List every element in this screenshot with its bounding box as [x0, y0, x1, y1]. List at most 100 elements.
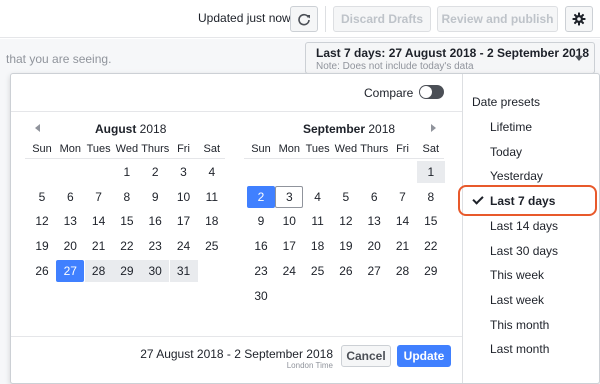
calendar-day[interactable]: 3: [275, 185, 304, 208]
calendar-day[interactable]: 27: [56, 259, 85, 282]
next-month-icon[interactable]: [431, 124, 436, 132]
calendar-day[interactable]: 2: [141, 161, 169, 183]
calendar-day[interactable]: 5: [332, 186, 360, 208]
review-and-publish-button[interactable]: Review and publish: [437, 6, 558, 32]
calendar-day[interactable]: 31: [169, 259, 198, 282]
weekday-label: Wed: [334, 143, 358, 155]
calendar-day[interactable]: 27: [360, 260, 388, 282]
refresh-button[interactable]: [290, 6, 318, 32]
calendar-day[interactable]: 11: [304, 210, 332, 232]
calendar-day[interactable]: 21: [85, 235, 113, 257]
preset-item[interactable]: Lifetime: [490, 120, 532, 134]
preset-item[interactable]: Today: [490, 145, 522, 159]
compare-label: Compare: [364, 86, 414, 100]
calendar-day[interactable]: 25: [198, 235, 226, 257]
calendar-day[interactable]: 29: [417, 260, 445, 282]
calendar-day[interactable]: 17: [170, 210, 198, 232]
calendar-day[interactable]: 4: [304, 186, 332, 208]
calendar-day[interactable]: 3: [170, 161, 198, 183]
weekday-divider: [244, 158, 445, 159]
cancel-button[interactable]: Cancel: [341, 345, 391, 367]
timezone-text: London Time: [286, 361, 333, 370]
presets-divider: [462, 74, 463, 383]
calendar-day[interactable]: 20: [360, 235, 388, 257]
previous-month-icon[interactable]: [35, 124, 40, 132]
calendar-day[interactable]: 24: [170, 235, 198, 257]
calendar-day[interactable]: 28: [389, 260, 417, 282]
calendar-day[interactable]: 22: [417, 235, 445, 257]
calendar-day[interactable]: 7: [85, 186, 113, 208]
calendar-day[interactable]: 15: [113, 210, 141, 232]
calendar-day[interactable]: 23: [141, 235, 169, 257]
selected-range-text: 27 August 2018 - 2 September 2018: [140, 347, 333, 361]
discard-drafts-button[interactable]: Discard Drafts: [333, 6, 431, 32]
preset-item[interactable]: Last 14 days: [490, 219, 558, 233]
weekday-label: Thurs: [141, 143, 170, 155]
top-toolbar: Updated just now Discard Drafts Review a…: [0, 0, 600, 38]
calendar-day[interactable]: 6: [360, 186, 388, 208]
calendar-day[interactable]: 19: [28, 235, 56, 257]
toggle-knob: [420, 86, 432, 98]
selected-preset-highlight: [458, 185, 597, 216]
calendar-day[interactable]: 5: [28, 186, 56, 208]
weekday-label: Sun: [32, 143, 52, 155]
calendar-day[interactable]: 14: [389, 210, 417, 232]
calendar-day[interactable]: 14: [85, 210, 113, 232]
calendar-day[interactable]: 26: [332, 260, 360, 282]
gear-icon: [572, 12, 586, 26]
calendar-day[interactable]: 29: [112, 259, 141, 282]
calendar-year: 2018: [368, 122, 396, 136]
calendar-month: August: [95, 122, 137, 136]
calendar-day[interactable]: 18: [304, 235, 332, 257]
calendar-day[interactable]: 20: [56, 235, 84, 257]
calendar-day[interactable]: 9: [141, 186, 169, 208]
calendar-day[interactable]: 15: [417, 210, 445, 232]
calendar-day[interactable]: 9: [247, 210, 275, 232]
compare-toggle[interactable]: [419, 85, 444, 99]
calendar-day[interactable]: 12: [332, 210, 360, 232]
calendar-day[interactable]: 30: [247, 285, 275, 307]
preset-item[interactable]: Last month: [490, 342, 549, 356]
calendar-day[interactable]: 10: [275, 210, 303, 232]
calendar-day[interactable]: 22: [113, 235, 141, 257]
settings-button[interactable]: [565, 6, 593, 32]
calendar-day[interactable]: 25: [304, 260, 332, 282]
calendar-day[interactable]: 21: [389, 235, 417, 257]
calendar-day[interactable]: 10: [170, 186, 198, 208]
calendar-day[interactable]: 19: [332, 235, 360, 257]
preset-item[interactable]: This week: [490, 268, 544, 282]
calendar-day[interactable]: 1: [113, 161, 141, 183]
toolbar-divider: [325, 6, 326, 32]
weekday-label: Tues: [86, 143, 111, 155]
calendar-day[interactable]: 2: [247, 185, 275, 208]
calendar-day[interactable]: 16: [247, 235, 275, 257]
update-button[interactable]: Update: [397, 345, 451, 367]
preset-item[interactable]: This month: [490, 318, 549, 332]
calendar-day[interactable]: 8: [417, 186, 445, 208]
calendar-day[interactable]: 30: [141, 259, 170, 282]
calendar-day[interactable]: 6: [56, 186, 84, 208]
popover-header-divider: [11, 111, 462, 112]
calendar-day[interactable]: 7: [389, 186, 417, 208]
preset-item[interactable]: Yesterday: [490, 169, 543, 183]
date-range-note: Note: Does not include today's data: [316, 61, 474, 72]
calendar-day[interactable]: 11: [198, 186, 226, 208]
calendar-day[interactable]: 16: [141, 210, 169, 232]
calendar-day[interactable]: 4: [198, 161, 226, 183]
calendar-day[interactable]: 13: [360, 210, 388, 232]
calendar-day[interactable]: 28: [84, 259, 113, 282]
calendar-day[interactable]: 13: [56, 210, 84, 232]
date-range-button[interactable]: Last 7 days: 27 August 2018 - 2 Septembe…: [305, 42, 595, 74]
calendar-month: September: [303, 122, 366, 136]
calendar-day[interactable]: 17: [275, 235, 303, 257]
calendar-day[interactable]: 24: [275, 260, 303, 282]
preset-item[interactable]: Last week: [490, 293, 544, 307]
preset-item[interactable]: Last 30 days: [490, 244, 558, 258]
calendar-day[interactable]: 18: [198, 210, 226, 232]
calendar-day[interactable]: 1: [416, 161, 445, 183]
weekday-label: Tues: [305, 143, 330, 155]
calendar-day[interactable]: 23: [247, 260, 275, 282]
calendar-day[interactable]: 26: [28, 260, 56, 282]
calendar-day[interactable]: 12: [28, 210, 56, 232]
calendar-day[interactable]: 8: [113, 186, 141, 208]
